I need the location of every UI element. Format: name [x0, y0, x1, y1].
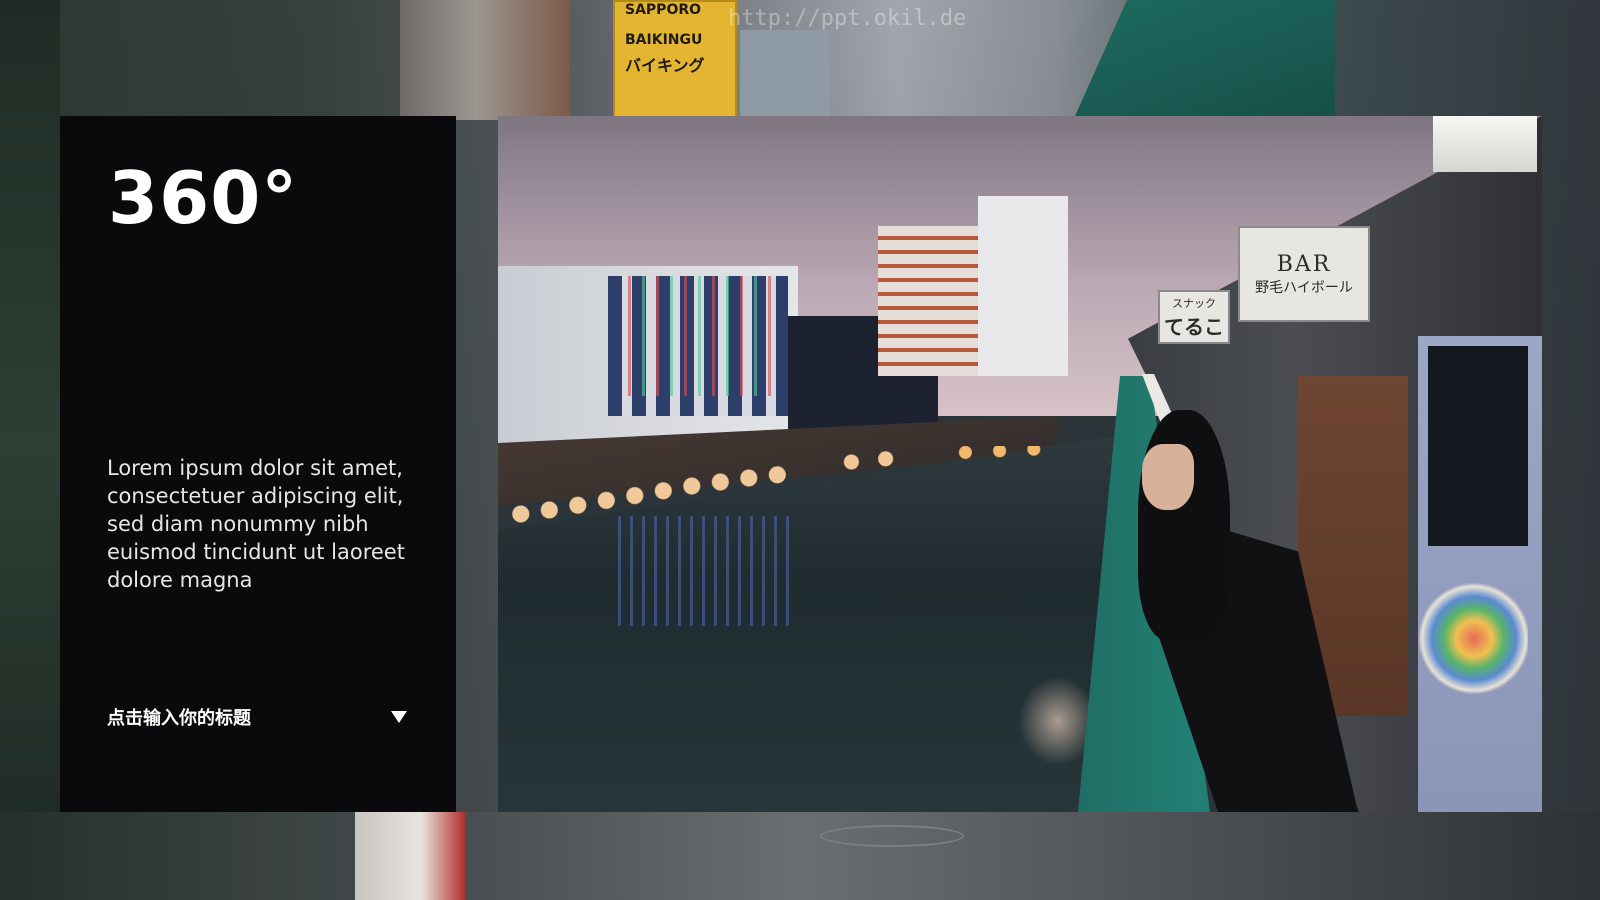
photo-water-reflection [618, 516, 798, 626]
photo-woman-face [1142, 444, 1194, 510]
bar-sign-en: BAR [1276, 251, 1332, 277]
background-building [400, 0, 570, 120]
background-street [0, 812, 1600, 900]
photo-neon-lights [628, 276, 778, 396]
subtitle-label[interactable]: 点击输入你的标题 [107, 704, 251, 730]
photo-tower [978, 196, 1068, 376]
photo-ceiling-light [1433, 116, 1537, 172]
photo-bar-sign: BAR 野毛ハイボール [1238, 226, 1370, 322]
background-foliage [0, 0, 60, 900]
subtitle-dropdown[interactable]: 点击输入你的标题 [107, 702, 407, 732]
body-text[interactable]: Lorem ipsum dolor sit amet, consectetuer… [107, 454, 437, 594]
yellow-sign-mid-text: BAIKINGU [625, 32, 703, 48]
photo-door-window [1428, 346, 1528, 546]
photo-ornament [1408, 556, 1528, 706]
text-panel: 360° Lorem ipsum dolor sit amet, consect… [60, 116, 456, 812]
background-yellow-sign: SAPPORO BAIKINGU バイキング [613, 0, 737, 120]
photo-buoys [498, 446, 1068, 526]
bar-sign-jp: 野毛ハイボール [1255, 279, 1353, 296]
snack-sign-top: スナック [1172, 296, 1216, 310]
background-green-awning [1075, 0, 1335, 116]
headline[interactable]: 360° [108, 162, 298, 234]
photo-snack-sign: スナック てるこ [1158, 290, 1230, 344]
yellow-sign-top-text: SAPPORO [625, 2, 702, 18]
slide: SAPPORO BAIKINGU バイキング http://ppt.okil.d… [0, 0, 1600, 900]
watermark-text: http://ppt.okil.de [728, 6, 967, 31]
snack-sign-main: てるこ [1164, 314, 1224, 339]
background-distant-building [740, 30, 830, 116]
background-pole [355, 812, 465, 900]
yellow-sign-jp-text: バイキング [625, 56, 705, 75]
triangle-down-icon[interactable] [391, 711, 407, 723]
canal-photo: BAR 野毛ハイボール スナック てるこ [498, 116, 1542, 812]
background-manhole [820, 825, 964, 847]
